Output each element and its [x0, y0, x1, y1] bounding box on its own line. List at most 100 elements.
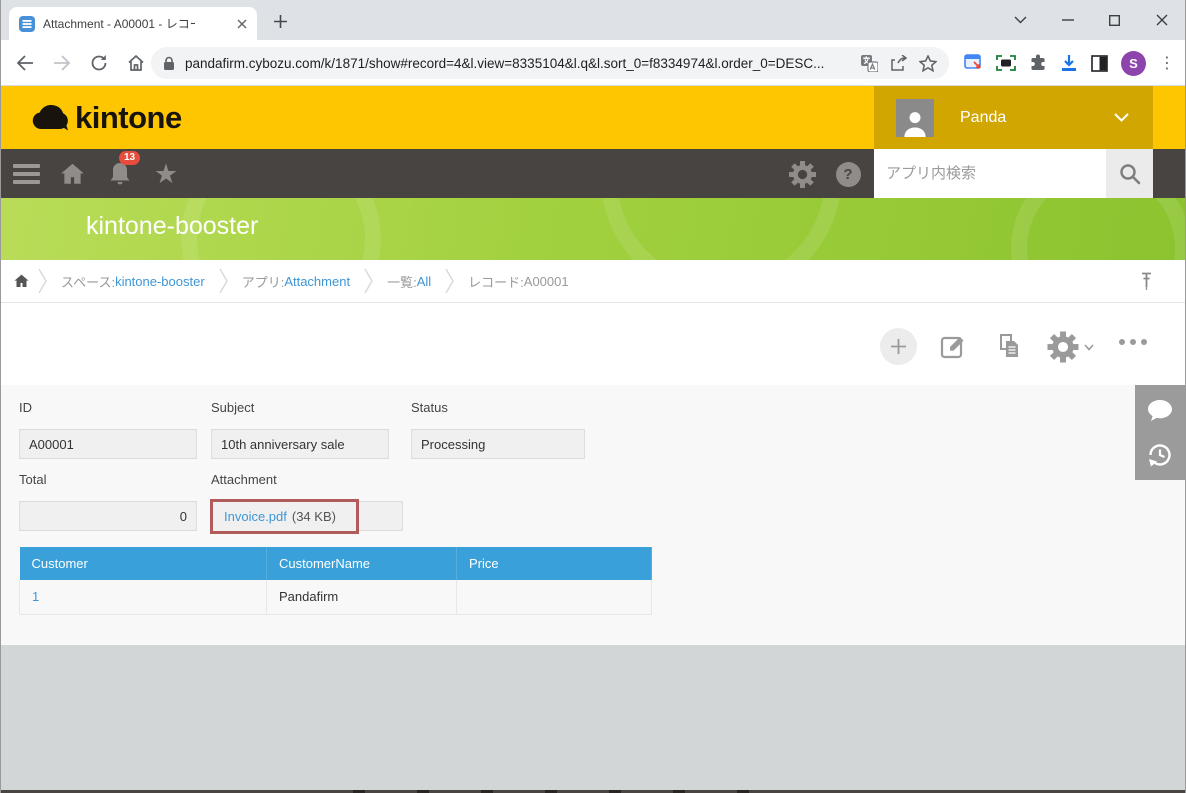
translate-icon[interactable] [861, 55, 878, 72]
window-titlebar: Attachment - A00001 - レコードの [1, 0, 1185, 40]
kintone-toolbar: 13 ★ ? [1, 149, 1185, 198]
field-label-attachment: Attachment [211, 472, 277, 487]
breadcrumb-separator-icon [364, 268, 373, 294]
extensions-puzzle-icon[interactable] [1029, 54, 1047, 72]
back-icon[interactable] [13, 51, 37, 75]
comments-icon[interactable] [1135, 397, 1185, 425]
kintone-header: kintone Panda [1, 86, 1185, 149]
kintone-logo-text: kintone [75, 100, 182, 136]
space-title[interactable]: kintone-booster [86, 212, 258, 241]
tab-search-icon[interactable] [997, 0, 1044, 40]
breadcrumb-record: レコード: A00001 [468, 272, 568, 291]
page-background [1, 645, 1185, 790]
forward-icon[interactable] [50, 51, 74, 75]
record-settings-button[interactable] [1047, 331, 1094, 363]
field-value-total: 0 [19, 501, 197, 531]
favorites-star-icon[interactable]: ★ [151, 159, 181, 189]
breadcrumb-app[interactable]: アプリ: Attachment [242, 272, 350, 291]
tab-close-icon[interactable] [237, 19, 247, 29]
help-glyph: ? [836, 162, 861, 187]
attachment-highlight-box: Invoice.pdf (34 KB) [210, 499, 359, 534]
url-text[interactable]: pandafirm.cybozu.com/k/1871/show#record=… [185, 56, 849, 71]
share-icon[interactable] [890, 55, 907, 71]
banner-decoration [1011, 198, 1185, 260]
portal-home-icon[interactable] [57, 159, 87, 189]
address-bar[interactable]: pandafirm.cybozu.com/k/1871/show#record=… [151, 47, 949, 79]
notifications-bell-icon[interactable]: 13 [105, 159, 135, 189]
search-icon [1118, 162, 1142, 186]
browser-toolbar: pandafirm.cybozu.com/k/1871/show#record=… [1, 40, 1185, 86]
bookmark-star-icon[interactable] [919, 55, 937, 72]
side-panel [1135, 385, 1185, 480]
subtable-header-price: Price [457, 547, 652, 580]
settings-chevron-down-icon [1084, 344, 1094, 351]
kintone-logo[interactable]: kintone [31, 86, 182, 149]
browser-window: Attachment - A00001 - レコードの [0, 0, 1186, 793]
subtable-cell-customername: Pandafirm [267, 580, 457, 614]
breadcrumb: スペース: kintone-booster アプリ: Attachment 一覧… [1, 260, 1185, 303]
record-detail: ID Subject Status A00001 10th anniversar… [1, 385, 1185, 645]
field-value-subject: 10th anniversary sale [211, 429, 389, 459]
attachment-field: Invoice.pdf (34 KB) [211, 501, 403, 531]
history-icon[interactable] [1135, 440, 1185, 470]
chrome-menu-icon[interactable]: ⋮ [1159, 53, 1175, 73]
subtable-cell-customer[interactable]: 1 [20, 580, 267, 614]
attachment-file-link[interactable]: Invoice.pdf [224, 509, 287, 524]
breadcrumb-separator-icon [445, 268, 454, 294]
extensions-row: S ⋮ [964, 47, 1175, 79]
subtable-cell-price [457, 580, 652, 614]
ext-contrast-icon[interactable] [1091, 55, 1108, 72]
close-button[interactable] [1138, 0, 1185, 40]
more-options-button[interactable] [1119, 339, 1147, 345]
user-name: Panda [960, 109, 1006, 127]
minimize-button[interactable] [1044, 0, 1091, 40]
breadcrumb-separator-icon [38, 268, 47, 294]
user-chevron-down-icon [1114, 113, 1129, 122]
record-toolbar [1, 303, 1185, 385]
attachment-file-size: (34 KB) [292, 509, 336, 524]
subtable-header-customername: CustomerName [267, 547, 457, 580]
ext-screenshot-icon[interactable] [996, 55, 1016, 71]
menu-hamburger-icon[interactable] [13, 164, 40, 184]
field-label-status: Status [411, 400, 448, 415]
browser-home-icon[interactable] [124, 51, 148, 75]
tab-favicon [19, 16, 35, 32]
user-menu[interactable]: Panda [874, 86, 1153, 149]
user-avatar-icon [896, 99, 934, 137]
profile-avatar[interactable]: S [1121, 51, 1146, 76]
subtable-row: 1 Pandafirm [20, 580, 652, 614]
app-search-input[interactable] [874, 149, 1106, 198]
banner-decoration [601, 198, 841, 260]
subtable-header-row: Customer CustomerName Price [20, 547, 652, 580]
breadcrumb-space[interactable]: スペース: kintone-booster [61, 272, 205, 291]
ext-window-icon[interactable] [964, 54, 983, 72]
breadcrumb-view[interactable]: 一覧: All [387, 272, 431, 291]
maximize-button[interactable] [1091, 0, 1138, 40]
tab-title: Attachment - A00001 - レコードの [43, 15, 195, 32]
subtable: Customer CustomerName Price 1 Pandafirm [19, 547, 652, 615]
breadcrumb-home-icon[interactable] [13, 273, 30, 289]
duplicate-record-button[interactable] [993, 331, 1023, 361]
subtable-header-customer: Customer [20, 547, 267, 580]
download-icon[interactable] [1060, 54, 1078, 72]
new-tab-button[interactable] [267, 10, 293, 32]
help-icon[interactable]: ? [833, 159, 863, 189]
breadcrumb-separator-icon [219, 268, 228, 294]
settings-gear-icon[interactable] [787, 159, 817, 189]
notification-badge: 13 [119, 151, 140, 165]
kintone-cloud-icon [31, 102, 71, 134]
edit-record-button[interactable] [938, 331, 968, 361]
reload-icon[interactable] [87, 51, 111, 75]
search-button[interactable] [1106, 149, 1153, 198]
lock-icon [163, 56, 175, 71]
browser-tab[interactable]: Attachment - A00001 - レコードの [9, 7, 257, 40]
field-label-subject: Subject [211, 400, 254, 415]
field-value-id: A00001 [19, 429, 197, 459]
field-label-total: Total [19, 472, 46, 487]
add-record-button[interactable] [880, 328, 917, 365]
field-value-status: Processing [411, 429, 585, 459]
pin-icon[interactable] [1140, 272, 1153, 291]
window-controls [997, 0, 1185, 40]
space-banner: kintone-booster [1, 198, 1185, 260]
field-label-id: ID [19, 400, 32, 415]
